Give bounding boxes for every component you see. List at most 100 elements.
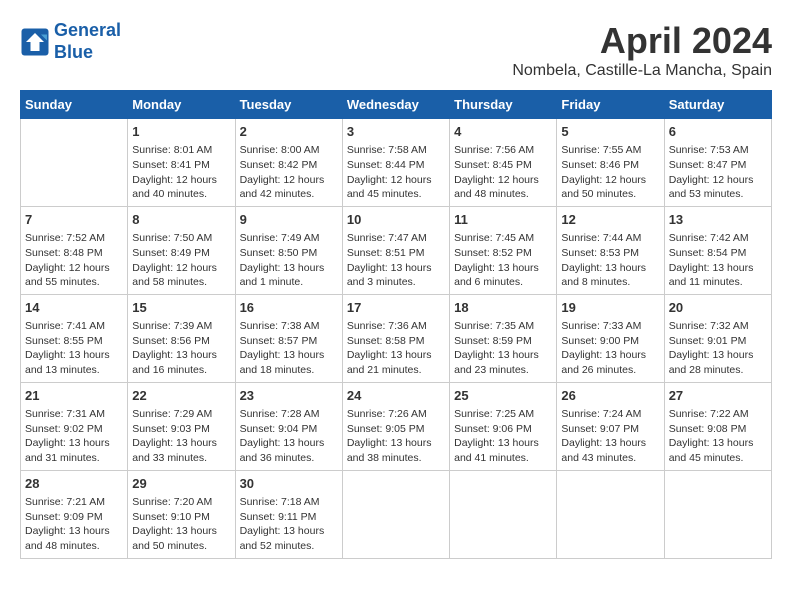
empty-cell bbox=[557, 470, 664, 558]
day-info: Sunrise: 7:20 AMSunset: 9:10 PMDaylight:… bbox=[132, 495, 230, 554]
day-number: 21 bbox=[25, 387, 123, 405]
day-info: Sunrise: 7:50 AMSunset: 8:49 PMDaylight:… bbox=[132, 231, 230, 290]
day-cell-15: 15Sunrise: 7:39 AMSunset: 8:56 PMDayligh… bbox=[128, 294, 235, 382]
day-info: Sunrise: 7:45 AMSunset: 8:52 PMDaylight:… bbox=[454, 231, 552, 290]
week-row-4: 21 Sunrise: 7:31 AMSunset: 9:02 PMDayligh… bbox=[21, 382, 772, 470]
logo: General Blue bbox=[20, 20, 121, 63]
day-number: 10 bbox=[347, 211, 445, 229]
day-info: Sunrise: 7:22 AMSunset: 9:08 PMDaylight:… bbox=[669, 407, 767, 466]
day-number: 6 bbox=[669, 123, 767, 141]
day-cell-22: 22 Sunrise: 7:29 AMSunset: 9:03 PMDayligh… bbox=[128, 382, 235, 470]
day-info: Sunrise: 8:00 AMSunset: 8:42 PMDaylight:… bbox=[240, 143, 338, 202]
weekday-header-wednesday: Wednesday bbox=[342, 91, 449, 119]
day-cell-21: 21 Sunrise: 7:31 AMSunset: 9:02 PMDayligh… bbox=[21, 382, 128, 470]
day-number: 20 bbox=[669, 299, 767, 317]
day-number: 11 bbox=[454, 211, 552, 229]
weekday-header-thursday: Thursday bbox=[450, 91, 557, 119]
day-cell-7: 7 Sunrise: 7:52 AMSunset: 8:48 PMDaylight… bbox=[21, 206, 128, 294]
day-info: Sunrise: 7:26 AMSunset: 9:05 PMDaylight:… bbox=[347, 407, 445, 466]
logo-icon bbox=[20, 27, 50, 57]
day-info: Sunrise: 7:24 AMSunset: 9:07 PMDaylight:… bbox=[561, 407, 659, 466]
calendar-header: SundayMondayTuesdayWednesdayThursdayFrid… bbox=[21, 91, 772, 119]
day-cell-27: 27 Sunrise: 7:22 AMSunset: 9:08 PMDayligh… bbox=[664, 382, 771, 470]
day-number: 24 bbox=[347, 387, 445, 405]
day-info: Sunrise: 7:52 AMSunset: 8:48 PMDaylight:… bbox=[25, 231, 123, 290]
day-cell-11: 11 Sunrise: 7:45 AMSunset: 8:52 PMDayligh… bbox=[450, 206, 557, 294]
day-info: Sunrise: 8:01 AMSunset: 8:41 PMDaylight:… bbox=[132, 143, 230, 202]
day-cell-28: 28 Sunrise: 7:21 AMSunset: 9:09 PMDayligh… bbox=[21, 470, 128, 558]
day-cell-16: 16Sunrise: 7:38 AMSunset: 8:57 PMDayligh… bbox=[235, 294, 342, 382]
logo-line2: Blue bbox=[54, 42, 93, 62]
day-number: 29 bbox=[132, 475, 230, 493]
day-cell-9: 9Sunrise: 7:49 AMSunset: 8:50 PMDaylight… bbox=[235, 206, 342, 294]
day-cell-5: 5Sunrise: 7:55 AMSunset: 8:46 PMDaylight… bbox=[557, 119, 664, 207]
day-cell-4: 4 Sunrise: 7:56 AMSunset: 8:45 PMDaylight… bbox=[450, 119, 557, 207]
day-number: 13 bbox=[669, 211, 767, 229]
weekday-header-sunday: Sunday bbox=[21, 91, 128, 119]
title-block: April 2024 Nombela, Castille-La Mancha, … bbox=[512, 20, 772, 80]
day-cell-24: 24 Sunrise: 7:26 AMSunset: 9:05 PMDayligh… bbox=[342, 382, 449, 470]
day-info: Sunrise: 7:47 AMSunset: 8:51 PMDaylight:… bbox=[347, 231, 445, 290]
day-number: 7 bbox=[25, 211, 123, 229]
weekday-header-row: SundayMondayTuesdayWednesdayThursdayFrid… bbox=[21, 91, 772, 119]
day-number: 2 bbox=[240, 123, 338, 141]
day-info: Sunrise: 7:31 AMSunset: 9:02 PMDaylight:… bbox=[25, 407, 123, 466]
day-cell-18: 18Sunrise: 7:35 AMSunset: 8:59 PMDayligh… bbox=[450, 294, 557, 382]
empty-cell bbox=[664, 470, 771, 558]
day-cell-23: 23 Sunrise: 7:28 AMSunset: 9:04 PMDayligh… bbox=[235, 382, 342, 470]
month-year-title: April 2024 bbox=[512, 20, 772, 62]
day-info: Sunrise: 7:29 AMSunset: 9:03 PMDaylight:… bbox=[132, 407, 230, 466]
empty-cell bbox=[450, 470, 557, 558]
day-number: 28 bbox=[25, 475, 123, 493]
day-cell-17: 17Sunrise: 7:36 AMSunset: 8:58 PMDayligh… bbox=[342, 294, 449, 382]
day-cell-13: 13Sunrise: 7:42 AMSunset: 8:54 PMDayligh… bbox=[664, 206, 771, 294]
day-cell-10: 10 Sunrise: 7:47 AMSunset: 8:51 PMDayligh… bbox=[342, 206, 449, 294]
day-number: 14 bbox=[25, 299, 123, 317]
day-info: Sunrise: 7:28 AMSunset: 9:04 PMDaylight:… bbox=[240, 407, 338, 466]
day-number: 22 bbox=[132, 387, 230, 405]
day-info: Sunrise: 7:36 AMSunset: 8:58 PMDaylight:… bbox=[347, 319, 445, 378]
day-number: 25 bbox=[454, 387, 552, 405]
day-cell-29: 29 Sunrise: 7:20 AMSunset: 9:10 PMDayligh… bbox=[128, 470, 235, 558]
day-cell-12: 12 Sunrise: 7:44 AMSunset: 8:53 PMDayligh… bbox=[557, 206, 664, 294]
day-info: Sunrise: 7:49 AMSunset: 8:50 PMDaylight:… bbox=[240, 231, 338, 290]
calendar-table: SundayMondayTuesdayWednesdayThursdayFrid… bbox=[20, 90, 772, 559]
empty-cell bbox=[21, 119, 128, 207]
day-number: 23 bbox=[240, 387, 338, 405]
day-info: Sunrise: 7:58 AMSunset: 8:44 PMDaylight:… bbox=[347, 143, 445, 202]
week-row-3: 14 Sunrise: 7:41 AMSunset: 8:55 PMDayligh… bbox=[21, 294, 772, 382]
day-info: Sunrise: 7:41 AMSunset: 8:55 PMDaylight:… bbox=[25, 319, 123, 378]
day-info: Sunrise: 7:33 AMSunset: 9:00 PMDaylight:… bbox=[561, 319, 659, 378]
calendar-body: 1 Sunrise: 8:01 AMSunset: 8:41 PMDaylight… bbox=[21, 119, 772, 559]
day-number: 4 bbox=[454, 123, 552, 141]
day-info: Sunrise: 7:21 AMSunset: 9:09 PMDaylight:… bbox=[25, 495, 123, 554]
day-number: 8 bbox=[132, 211, 230, 229]
day-number: 26 bbox=[561, 387, 659, 405]
day-number: 5 bbox=[561, 123, 659, 141]
day-info: Sunrise: 7:32 AMSunset: 9:01 PMDaylight:… bbox=[669, 319, 767, 378]
day-info: Sunrise: 7:44 AMSunset: 8:53 PMDaylight:… bbox=[561, 231, 659, 290]
day-cell-2: 2 Sunrise: 8:00 AMSunset: 8:42 PMDaylight… bbox=[235, 119, 342, 207]
day-info: Sunrise: 7:38 AMSunset: 8:57 PMDaylight:… bbox=[240, 319, 338, 378]
day-number: 1 bbox=[132, 123, 230, 141]
weekday-header-saturday: Saturday bbox=[664, 91, 771, 119]
day-info: Sunrise: 7:35 AMSunset: 8:59 PMDaylight:… bbox=[454, 319, 552, 378]
day-cell-8: 8 Sunrise: 7:50 AMSunset: 8:49 PMDaylight… bbox=[128, 206, 235, 294]
weekday-header-friday: Friday bbox=[557, 91, 664, 119]
day-cell-19: 19Sunrise: 7:33 AMSunset: 9:00 PMDayligh… bbox=[557, 294, 664, 382]
day-info: Sunrise: 7:53 AMSunset: 8:47 PMDaylight:… bbox=[669, 143, 767, 202]
location-subtitle: Nombela, Castille-La Mancha, Spain bbox=[512, 62, 772, 80]
weekday-header-tuesday: Tuesday bbox=[235, 91, 342, 119]
weekday-header-monday: Monday bbox=[128, 91, 235, 119]
day-info: Sunrise: 7:56 AMSunset: 8:45 PMDaylight:… bbox=[454, 143, 552, 202]
page-header: General Blue April 2024 Nombela, Castill… bbox=[20, 20, 772, 80]
day-info: Sunrise: 7:18 AMSunset: 9:11 PMDaylight:… bbox=[240, 495, 338, 554]
day-cell-26: 26 Sunrise: 7:24 AMSunset: 9:07 PMDayligh… bbox=[557, 382, 664, 470]
day-number: 30 bbox=[240, 475, 338, 493]
logo-line1: General bbox=[54, 20, 121, 40]
week-row-5: 28 Sunrise: 7:21 AMSunset: 9:09 PMDayligh… bbox=[21, 470, 772, 558]
day-number: 27 bbox=[669, 387, 767, 405]
week-row-2: 7 Sunrise: 7:52 AMSunset: 8:48 PMDaylight… bbox=[21, 206, 772, 294]
logo-text: General Blue bbox=[54, 20, 121, 63]
day-number: 12 bbox=[561, 211, 659, 229]
